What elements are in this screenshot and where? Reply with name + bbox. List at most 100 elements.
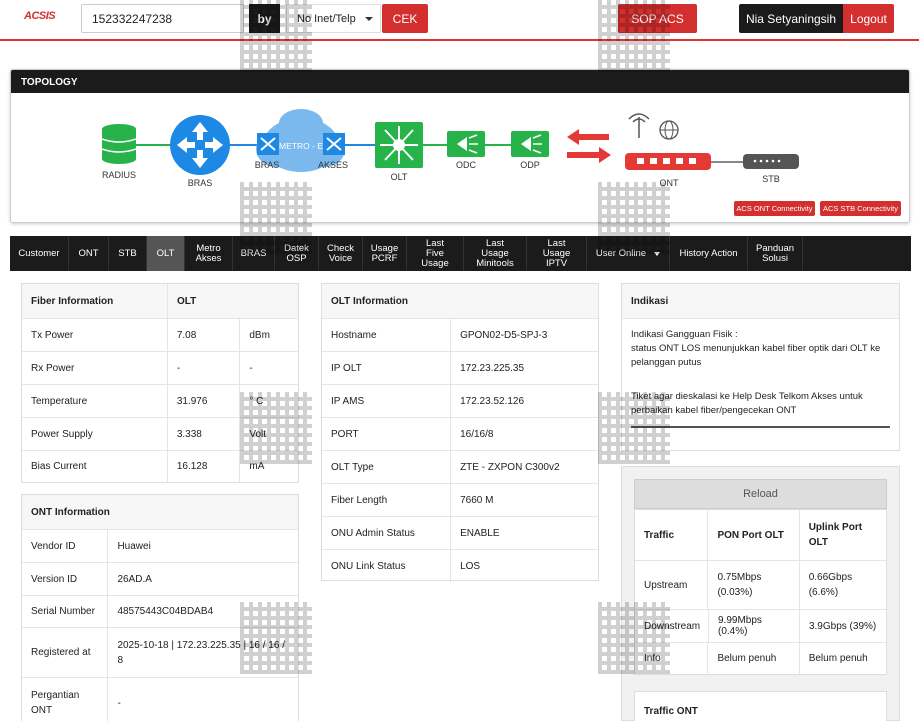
row-label: PORT bbox=[322, 418, 452, 450]
row-value: 16.128 bbox=[168, 451, 241, 482]
row-value: Belum penuh bbox=[808, 653, 868, 664]
row-value: 26AD.A bbox=[117, 573, 152, 585]
tab-user-online-label: User Online bbox=[595, 247, 647, 259]
row-value: ZTE - ZXPON C300v2 bbox=[460, 461, 560, 473]
tab-metro-akses[interactable]: Metro Akses bbox=[185, 236, 233, 271]
table-row: Bias Current 16.128 mA bbox=[22, 451, 298, 482]
table-row: Downstream 9.99Mbps (0.4%) 3.9Gbps (39%) bbox=[635, 610, 886, 643]
row-value: 48575443C04BDAB4 bbox=[117, 606, 214, 617]
row-label: Serial Number bbox=[22, 596, 109, 627]
row-value: LOS bbox=[460, 560, 481, 572]
node-label-bras: BRAS bbox=[187, 178, 213, 188]
tab-usage-pcrf[interactable]: Usage PCRF bbox=[363, 236, 407, 271]
topology-title: TOPOLOGY bbox=[11, 70, 909, 93]
table-row: Hostname GPON02-D5-SPJ-3 bbox=[322, 319, 598, 352]
tab-user-online[interactable]: User Online bbox=[587, 236, 670, 271]
row-unit: - bbox=[249, 362, 253, 374]
tab-customer[interactable]: Customer bbox=[10, 236, 69, 271]
row-value: 31.976 bbox=[168, 385, 241, 417]
row-label: Temperature bbox=[22, 385, 168, 417]
indikasi-title: Indikasi Gangguan Fisik : bbox=[631, 329, 738, 340]
tab-panduan-solusi[interactable]: Panduan Solusi bbox=[748, 236, 803, 271]
tab-stb[interactable]: STB bbox=[109, 236, 147, 271]
splitter-icon-odc bbox=[447, 131, 485, 157]
row-unit: mA bbox=[249, 461, 265, 472]
row-label: Info bbox=[635, 643, 709, 674]
acsis-logo[interactable]: ACSIS bbox=[24, 10, 56, 22]
indikasi-panel: Indikasi Indikasi Gangguan Fisik : statu… bbox=[621, 283, 900, 451]
table-row: Registered at 2025-10-18 | 172.23.225.35… bbox=[22, 628, 298, 678]
sop-acs-button[interactable]: SOP ACS bbox=[618, 4, 697, 33]
search-type-value: No Inet/Telp bbox=[297, 12, 356, 25]
header-cell: PON Port OLT bbox=[708, 510, 800, 560]
node-label-odp: ODP bbox=[520, 160, 540, 170]
row-label: Upstream bbox=[635, 561, 709, 609]
row-value: ENABLE bbox=[460, 527, 500, 539]
node-label-radius: RADIUS bbox=[101, 170, 137, 180]
user-name[interactable]: Nia Setyaningsih bbox=[739, 4, 843, 33]
row-label: Power Supply bbox=[22, 418, 168, 450]
logout-button[interactable]: Logout bbox=[843, 4, 894, 33]
tab-last-five-usage[interactable]: Last Five Usage bbox=[407, 236, 464, 271]
row-value: 2025-10-18 | 172.23.225.35 | 16 / 16 / 8 bbox=[117, 639, 285, 666]
row-label: Bias Current bbox=[22, 451, 168, 482]
tab-check-voice[interactable]: Check Voice bbox=[319, 236, 363, 271]
acs-stb-connectivity-button[interactable]: ACS STB Connectivity bbox=[820, 201, 901, 216]
row-label: OLT Type bbox=[322, 451, 452, 483]
tab-history-action[interactable]: History Action bbox=[670, 236, 748, 271]
table-row: Fiber Length 7660 M bbox=[322, 484, 598, 517]
olt-information-table: OLT Information Hostname GPON02-D5-SPJ-3… bbox=[321, 283, 599, 582]
acs-ont-connectivity-button[interactable]: ACS ONT Connectivity bbox=[734, 201, 815, 216]
search-input[interactable] bbox=[81, 4, 244, 33]
tab-last-usage-iptv[interactable]: Last Usage IPTV bbox=[527, 236, 587, 271]
node-label-metro: METRO - E bbox=[279, 141, 323, 151]
table-header-row: Fiber Information OLT bbox=[22, 284, 298, 319]
tab-olt[interactable]: OLT bbox=[147, 236, 185, 271]
row-value: 172.23.225.35 bbox=[460, 362, 525, 374]
table-row: Temperature 31.976 ° C bbox=[22, 385, 298, 418]
row-unit: dBm bbox=[249, 329, 270, 341]
tab-bras[interactable]: BRAS bbox=[233, 236, 275, 271]
chevron-down-icon bbox=[364, 16, 373, 21]
table-row: PORT 16/16/8 bbox=[322, 418, 598, 451]
row-label: IP AMS bbox=[322, 385, 452, 417]
table-header-row: OLT Information bbox=[322, 284, 598, 319]
table-header-row: ONT Information bbox=[22, 495, 298, 530]
row-label: Version ID bbox=[22, 563, 109, 595]
row-value: - bbox=[117, 697, 121, 709]
tab-ont[interactable]: ONT bbox=[69, 236, 109, 271]
table-row: Vendor ID Huawei bbox=[22, 530, 298, 563]
router-icon bbox=[170, 115, 230, 175]
header-cell: OLT bbox=[176, 295, 197, 307]
row-label: Pergantian ONT bbox=[22, 678, 109, 721]
table-row: Pergantian ONT - bbox=[22, 678, 298, 721]
node-label-stb: STB bbox=[762, 174, 780, 184]
table-row: ONU Admin Status ENABLE bbox=[322, 517, 598, 550]
chevron-down-icon bbox=[654, 251, 661, 256]
top-bar: ACSIS by No Inet/Telp CEK SOP ACS Nia Se… bbox=[0, 0, 919, 41]
row-unit: ° C bbox=[249, 395, 264, 407]
database-icon bbox=[101, 124, 137, 164]
arrows-icon bbox=[567, 129, 611, 163]
fiber-information-table: Fiber Information OLT Tx Power 7.08 dBm … bbox=[21, 283, 299, 483]
reload-button[interactable]: Reload bbox=[634, 479, 887, 509]
tab-last-usage-minitools[interactable]: Last Usage Minitools bbox=[464, 236, 527, 271]
indikasi-ticket: Tiket agar dieskalasi ke Help Desk Telko… bbox=[631, 390, 890, 428]
table-row: OLT Type ZTE - ZXPON C300v2 bbox=[322, 451, 598, 484]
node-label-ont: ONT bbox=[659, 178, 679, 188]
splitter-icon-odp bbox=[511, 131, 549, 157]
row-label: Downstream bbox=[635, 610, 709, 642]
tab-datek-osp[interactable]: Datek OSP bbox=[275, 236, 319, 271]
table-row: IP AMS 172.23.52.126 bbox=[322, 385, 598, 418]
row-label: IP OLT bbox=[322, 352, 452, 384]
search-type-select[interactable]: No Inet/Telp bbox=[286, 4, 381, 33]
cek-button[interactable]: CEK bbox=[382, 4, 428, 33]
row-value: GPON02-D5-SPJ-3 bbox=[460, 329, 548, 341]
row-label: Hostname bbox=[322, 319, 452, 351]
traffic-panel: Reload Traffic PON Port OLT Uplink Port … bbox=[621, 466, 900, 721]
switch-icon-akses bbox=[323, 133, 345, 155]
table-row: Power Supply 3.338 Volt bbox=[22, 418, 298, 451]
row-value: 172.23.52.126 bbox=[460, 395, 525, 407]
header-cell: Traffic bbox=[635, 510, 709, 560]
tab-bar: Customer ONT STB OLT Metro Akses BRAS Da… bbox=[10, 236, 911, 271]
